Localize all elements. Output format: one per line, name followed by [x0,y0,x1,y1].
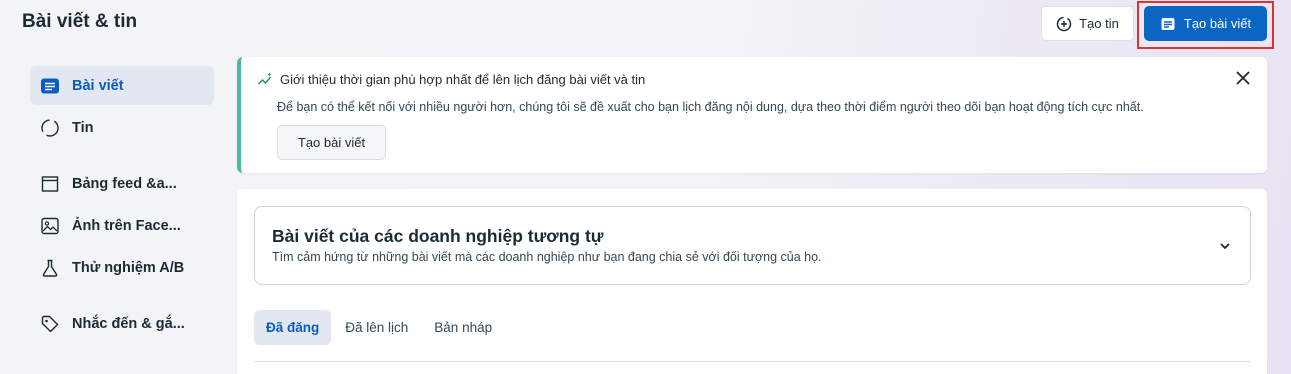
close-icon[interactable] [1235,70,1251,86]
banner-description: Để bạn có thể kết nối với nhiều người hơ… [277,100,1144,114]
post-icon [39,75,61,97]
create-story-label: Tạo tin [1079,16,1119,31]
sidebar-item-posts[interactable]: Bài viết [30,66,214,105]
similar-businesses-panel[interactable]: Bài viết của các doanh nghiệp tương tự T… [254,206,1251,285]
tab-drafts[interactable]: Bản nháp [422,310,504,345]
trend-sparkle-icon [257,71,273,87]
tab-published[interactable]: Đã đăng [254,310,332,345]
add-story-icon [1056,16,1072,32]
sidebar-item-label: Ảnh trên Face... [72,217,181,234]
banner-title: Giới thiệu thời gian phù hợp nhất để lên… [280,71,646,87]
sidebar-item-feed[interactable]: Bảng feed &a... [30,164,214,203]
story-circle-icon [39,117,61,139]
posts-card: Bài viết của các doanh nghiệp tương tự T… [237,189,1267,374]
sidebar-item-label: Nhắc đến & gắ... [72,315,185,332]
scheduling-banner: Giới thiệu thời gian phù hợp nhất để lên… [237,57,1267,173]
sidebar-item-mentions[interactable]: Nhắc đến & gắ... [30,304,214,343]
similar-title: Bài viết của các doanh nghiệp tương tự [272,226,604,246]
create-story-button[interactable]: Tạo tin [1041,6,1134,41]
sidebar-item-photos[interactable]: Ảnh trên Face... [30,206,214,245]
feed-grid-icon [39,173,61,195]
sidebar-item-ab-test[interactable]: Thử nghiệm A/B [30,248,214,287]
post-icon [1160,16,1176,32]
similar-description: Tìm cảm hứng từ những bài viết mà các do… [272,250,822,264]
flask-icon [39,257,61,279]
tag-icon [39,313,61,335]
tab-scheduled[interactable]: Đã lên lịch [333,310,420,345]
create-post-button[interactable]: Tạo bài viết [1144,6,1267,41]
photo-icon [39,215,61,237]
sidebar-item-label: Bảng feed &a... [72,175,177,192]
sidebar-item-label: Tin [72,119,94,136]
page-title: Bài viết & tin [22,11,138,32]
chevron-down-icon[interactable] [1218,239,1232,253]
create-post-label: Tạo bài viết [1183,16,1252,31]
sidebar-item-label: Thử nghiệm A/B [72,259,185,276]
post-tabs: Đã đăng Đã lên lịch Bản nháp [254,310,506,345]
banner-create-post-button[interactable]: Tạo bài viết [277,125,386,160]
sidebar-item-stories[interactable]: Tin [30,108,214,147]
sidebar-item-label: Bài viết [72,77,124,94]
divider [254,361,1251,362]
